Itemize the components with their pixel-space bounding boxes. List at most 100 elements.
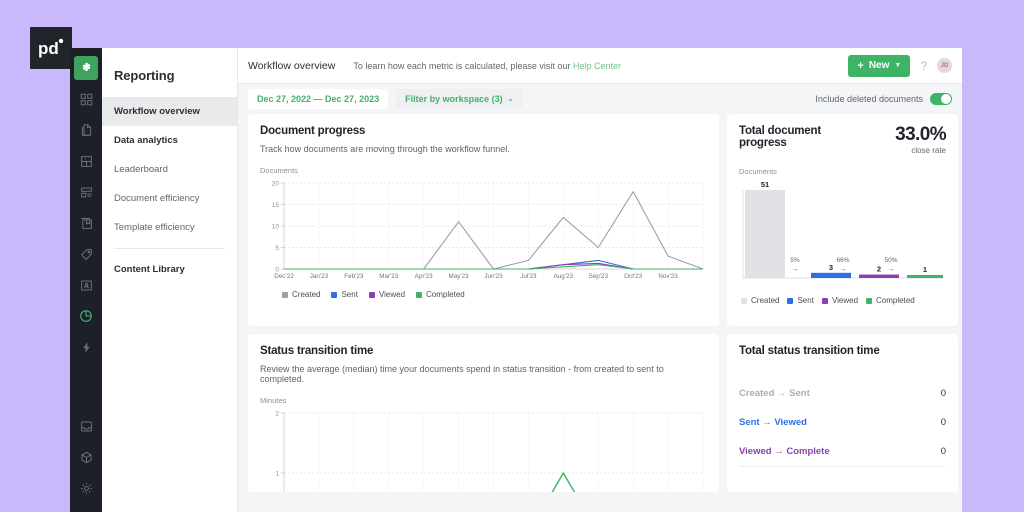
svg-text:51: 51: [761, 180, 769, 189]
svg-text:Sep'23: Sep'23: [589, 273, 609, 280]
sidebar-item-workflow-overview[interactable]: Workflow overview: [102, 97, 237, 126]
rail-item-inbox[interactable]: [74, 414, 98, 438]
workspace-filter[interactable]: Filter by workspace (3) ⌄: [396, 89, 522, 109]
svg-text:→: →: [887, 264, 895, 273]
legend-swatch: [822, 298, 828, 304]
sidebar-item-data-analytics[interactable]: Data analytics: [102, 126, 237, 155]
svg-text:Apr'23: Apr'23: [415, 273, 434, 280]
help-icon[interactable]: ?: [920, 59, 927, 73]
chevron-down-icon: ▼: [894, 62, 901, 69]
help-center-link[interactable]: Help Center: [573, 61, 621, 71]
svg-text:20: 20: [272, 181, 280, 188]
legend-item[interactable]: Viewed: [822, 296, 858, 305]
svg-text:Jul'23: Jul'23: [520, 273, 537, 280]
card-title: Total status transition time: [739, 345, 946, 357]
total-document-progress-chart[interactable]: 513215%→66%→50%→: [739, 178, 946, 292]
rail-item-integrations[interactable]: [74, 445, 98, 469]
status-transition-time-chart[interactable]: 12: [260, 407, 707, 492]
svg-text:2: 2: [275, 411, 279, 418]
document-progress-chart[interactable]: 05101520Dec'22Jan'23Feb'23Mar'23Apr'23Ma…: [260, 177, 707, 285]
contacts-icon: [80, 279, 93, 292]
svg-text:1: 1: [923, 265, 927, 274]
legend-item[interactable]: Created: [741, 296, 779, 305]
svg-text:1: 1: [275, 471, 279, 478]
legend-item[interactable]: Completed: [866, 296, 915, 305]
card-title: Total document progress: [739, 125, 854, 149]
legend-label: Viewed: [832, 296, 858, 305]
sidebar-item-template-efficiency[interactable]: Template efficiency: [102, 213, 237, 242]
legend-item[interactable]: Completed: [416, 290, 465, 299]
card-total-document-progress: Total document progress 33.0% close rate…: [727, 114, 958, 326]
include-deleted-toggle-group: Include deleted documents: [815, 93, 952, 105]
rail-item-contacts[interactable]: [74, 273, 98, 297]
svg-text:3: 3: [829, 263, 833, 272]
rail-item-forms[interactable]: [74, 180, 98, 204]
rail-item-content-library[interactable]: [74, 211, 98, 235]
legend-label: Completed: [426, 290, 465, 299]
transition-row[interactable]: Created → Sent 0: [739, 379, 946, 408]
new-button[interactable]: + New ▼: [848, 55, 910, 77]
rail-item-automations[interactable]: [74, 335, 98, 359]
documents-icon: [80, 123, 93, 137]
top-bar: Workflow overview To learn how each metr…: [238, 48, 962, 84]
rail-item-dashboard[interactable]: [74, 56, 98, 80]
legend-label: Created: [751, 296, 779, 305]
chevron-down-icon: ⌄: [508, 95, 514, 103]
legend-swatch: [866, 298, 872, 304]
legend-label: Sent: [341, 290, 357, 299]
transition-row[interactable]: Sent → Viewed 0: [739, 408, 946, 437]
transition-value: 0: [941, 417, 946, 428]
legend-label: Viewed: [379, 290, 405, 299]
svg-text:50%: 50%: [884, 257, 897, 264]
card-total-status-transition-time: Total status transition time Created → S…: [727, 334, 958, 492]
svg-text:2: 2: [877, 265, 881, 274]
svg-text:5%: 5%: [790, 257, 800, 264]
svg-text:Oct'23: Oct'23: [624, 273, 643, 280]
legend-swatch: [369, 292, 375, 298]
sidebar-item-document-efficiency[interactable]: Document efficiency: [102, 184, 237, 213]
legend-swatch: [787, 298, 793, 304]
svg-text:Aug'23: Aug'23: [554, 273, 574, 280]
legend-label: Sent: [797, 296, 813, 305]
sidebar-item-leaderboard[interactable]: Leaderboard: [102, 155, 237, 184]
reporting-pie-icon: [79, 309, 93, 323]
include-deleted-label: Include deleted documents: [815, 94, 923, 104]
sidebar-item-content-library[interactable]: Content Library: [102, 255, 237, 284]
transition-row[interactable]: Viewed → Complete 0: [739, 437, 946, 466]
legend-label: Created: [292, 290, 320, 299]
rail-item-documents[interactable]: [74, 118, 98, 142]
templates-icon: T: [80, 155, 93, 168]
card-title: Status transition time: [260, 345, 707, 357]
card-description: Review the average (median) time your do…: [260, 364, 707, 384]
legend-swatch: [741, 298, 747, 304]
legend-item[interactable]: Viewed: [369, 290, 405, 299]
svg-text:Dec'22: Dec'22: [274, 273, 294, 280]
rail-item-dashboard-grid[interactable]: [74, 87, 98, 111]
date-range-picker[interactable]: Dec 27, 2022 — Dec 27, 2023: [248, 89, 388, 109]
rail-item-quotes[interactable]: [74, 242, 98, 266]
svg-text:Jan'23: Jan'23: [310, 273, 329, 280]
legend-swatch: [282, 292, 288, 298]
avatar[interactable]: JD: [937, 58, 952, 73]
legend-item[interactable]: Created: [282, 290, 320, 299]
transition-value: 0: [941, 446, 946, 457]
divider: [739, 466, 946, 467]
transition-value: 0: [941, 388, 946, 399]
legend-swatch: [416, 292, 422, 298]
rail-item-settings[interactable]: [74, 476, 98, 500]
chart-legend: Created Sent Viewed Completed: [260, 290, 707, 299]
rail-item-templates[interactable]: T: [74, 149, 98, 173]
app-screenshot: pd T: [0, 0, 1024, 512]
main-content: Workflow overview To learn how each metr…: [238, 48, 962, 512]
page-hint-text: To learn how each metric is calculated, …: [353, 61, 570, 71]
pandadoc-logo[interactable]: pd: [30, 27, 72, 69]
pd-logomark-icon: pd: [38, 38, 64, 58]
legend-item[interactable]: Sent: [331, 290, 357, 299]
svg-text:10: 10: [272, 224, 280, 231]
card-status-transition-time: Status transition time Review the averag…: [248, 334, 719, 492]
legend-item[interactable]: Sent: [787, 296, 813, 305]
rail-item-reporting[interactable]: [74, 304, 98, 328]
primary-nav-rail: T: [70, 48, 102, 512]
apps-grid-icon: [80, 93, 93, 106]
include-deleted-toggle[interactable]: [930, 93, 952, 105]
